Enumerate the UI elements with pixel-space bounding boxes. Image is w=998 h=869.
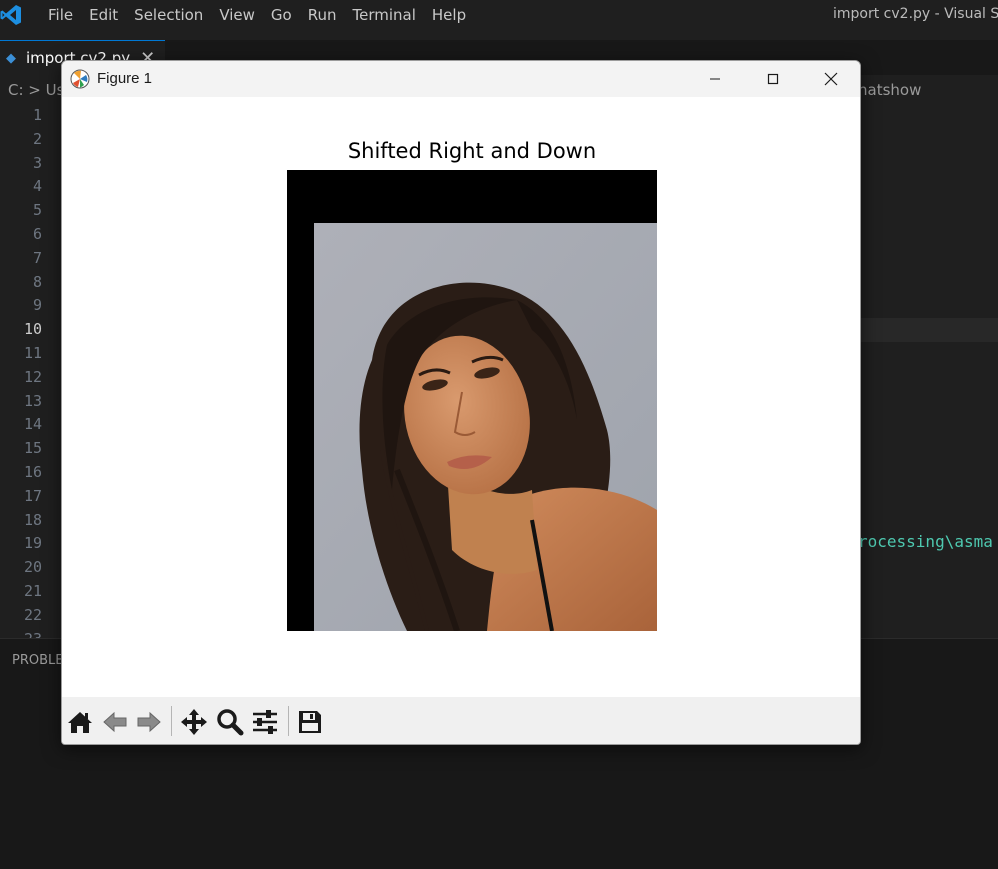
- current-line-highlight: [860, 318, 998, 342]
- line-number: 19: [23, 534, 42, 553]
- menu-view[interactable]: View: [211, 6, 263, 24]
- window-title: import cv2.py - Visual Stu: [833, 6, 998, 22]
- menu-edit[interactable]: Edit: [81, 6, 126, 24]
- toolbar-separator: [171, 706, 172, 736]
- line-number: 16: [23, 462, 42, 481]
- line-number: 20: [23, 558, 42, 577]
- toolbar-separator: [288, 706, 289, 736]
- line-number: 10: [23, 320, 42, 339]
- menu-go[interactable]: Go: [263, 6, 300, 24]
- menu-bar: File Edit Selection View Go Run Terminal…: [0, 0, 998, 30]
- line-number: 21: [23, 581, 42, 600]
- shifted-image: [287, 170, 657, 631]
- back-button[interactable]: [100, 707, 130, 737]
- matplotlib-app-icon: [70, 69, 90, 89]
- line-number: 22: [23, 605, 42, 624]
- menu-help[interactable]: Help: [424, 6, 474, 24]
- figure-title: Figure 1: [97, 70, 153, 87]
- close-icon: [824, 72, 838, 86]
- line-number: 9: [32, 296, 42, 315]
- line-number: 7: [32, 248, 42, 267]
- vscode-logo-icon: [0, 4, 22, 26]
- line-number: 5: [32, 201, 42, 220]
- plot-title: Shifted Right and Down: [347, 139, 597, 163]
- figure-titlebar[interactable]: Figure 1: [62, 61, 860, 97]
- pan-button[interactable]: [179, 707, 209, 737]
- line-number: 18: [23, 510, 42, 529]
- line-number: 12: [23, 367, 42, 386]
- menu-run[interactable]: Run: [300, 6, 345, 24]
- breadcrumb-symbol[interactable]: natshow: [858, 81, 921, 99]
- line-number: 17: [23, 486, 42, 505]
- forward-icon: [137, 711, 161, 733]
- home-button[interactable]: [65, 707, 95, 737]
- code-text: rocessing\asma: [858, 532, 993, 551]
- save-icon: [299, 711, 321, 733]
- python-file-icon: ◆: [6, 50, 16, 66]
- line-number-gutter: 1234567891011121314151617181920212223: [0, 104, 48, 651]
- line-number: 8: [32, 272, 42, 291]
- menu-items: File Edit Selection View Go Run Terminal…: [40, 6, 474, 24]
- home-icon: [68, 712, 92, 733]
- pan-icon: [181, 709, 207, 735]
- minimize-icon: [710, 78, 720, 80]
- line-number: 15: [23, 439, 42, 458]
- forward-button[interactable]: [134, 707, 164, 737]
- line-number: 1: [32, 106, 42, 124]
- line-number: 13: [23, 391, 42, 410]
- line-number: 4: [32, 177, 42, 196]
- line-number: 3: [32, 153, 42, 172]
- navigation-toolbar: [62, 697, 860, 744]
- figure-window: Figure 1 Shifted Right and Down: [61, 60, 861, 745]
- maximize-icon: [767, 73, 779, 85]
- menu-file[interactable]: File: [40, 6, 81, 24]
- line-number: 2: [32, 129, 42, 148]
- menu-terminal[interactable]: Terminal: [345, 6, 424, 24]
- portrait-photo: [287, 170, 657, 631]
- configure-icon: [253, 710, 277, 734]
- maximize-button[interactable]: [744, 61, 802, 97]
- figure-canvas[interactable]: Shifted Right and Down: [62, 97, 860, 697]
- zoom-icon: [217, 709, 244, 736]
- line-number: 6: [32, 224, 42, 243]
- configure-subplots-button[interactable]: [250, 707, 280, 737]
- minimize-button[interactable]: [686, 61, 744, 97]
- panel-tab-problems[interactable]: PROBLE: [12, 653, 63, 668]
- menu-selection[interactable]: Selection: [126, 6, 211, 24]
- back-icon: [103, 711, 127, 733]
- line-number: 11: [23, 343, 42, 362]
- close-button[interactable]: [802, 61, 860, 97]
- breadcrumb-path[interactable]: C: > Us: [8, 81, 64, 99]
- zoom-button[interactable]: [215, 707, 245, 737]
- save-button[interactable]: [295, 707, 325, 737]
- line-number: 14: [23, 415, 42, 434]
